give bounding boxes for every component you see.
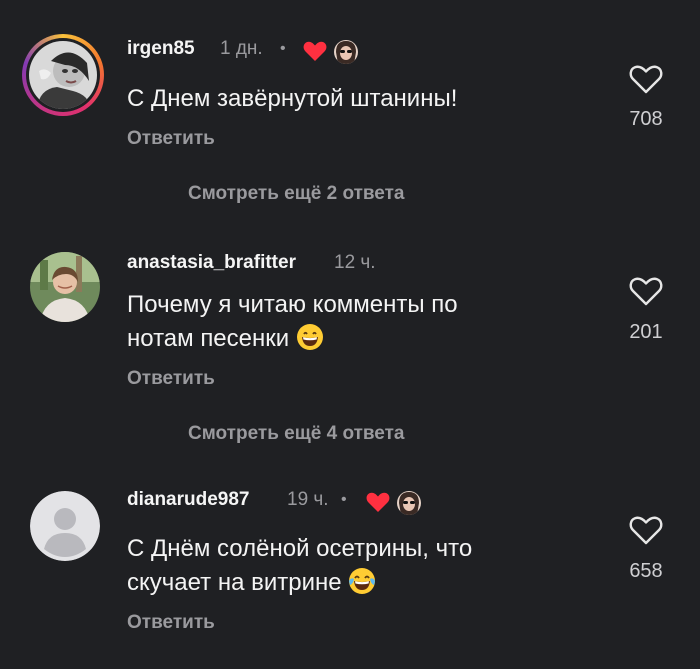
comment-text-line: С Днём солёной осетрины, что xyxy=(127,535,473,562)
avatar[interactable] xyxy=(30,252,100,322)
heart-outline-icon[interactable] xyxy=(628,514,664,546)
comment-text: С Днём солёной осетрины, что скучает на … xyxy=(127,532,567,600)
reply-button[interactable]: Ответить xyxy=(127,368,215,390)
author-mini-avatar xyxy=(397,491,421,515)
author-liked-heart-icon xyxy=(303,41,327,61)
comment-text-line: Почему я читаю комменты по xyxy=(127,291,458,318)
like-count: 708 xyxy=(629,108,663,130)
author-mini-avatar xyxy=(334,40,358,64)
like-count: 658 xyxy=(629,560,663,582)
view-more-replies-button[interactable]: Смотреть ещё 2 ответа xyxy=(188,183,405,205)
tears-of-joy-emoji-icon xyxy=(349,568,376,594)
comment-text-line: нотам песенки xyxy=(127,322,567,356)
comment-time: 19 ч. xyxy=(287,489,329,510)
view-more-replies-button[interactable]: Смотреть ещё 4 ответа xyxy=(188,423,405,445)
woman-photo-avatar xyxy=(29,41,97,109)
avatar[interactable] xyxy=(22,34,104,116)
separator-dot: • xyxy=(341,491,347,508)
separator-dot: • xyxy=(280,40,286,57)
grinning-face-emoji-icon xyxy=(296,324,323,350)
comment-time: 12 ч. xyxy=(334,252,376,273)
heart-outline-icon[interactable] xyxy=(628,63,664,95)
woman-outdoor-photo-avatar xyxy=(30,252,100,322)
reply-button[interactable]: Ответить xyxy=(127,128,215,150)
reply-button[interactable]: Ответить xyxy=(127,612,215,634)
comment-text: Почему я читаю комменты по нотам песенки xyxy=(127,288,567,356)
comment-text: С Днем завёрнутой штанины! xyxy=(127,85,458,112)
comments-screen: irgen85 1 дн. • С Днем завёрнутой штанин… xyxy=(0,0,700,669)
comment-text-segment: скучает на витрине xyxy=(127,569,342,596)
comment-text-line: скучает на витрине xyxy=(127,566,567,600)
author-liked-heart-icon xyxy=(366,492,390,512)
comment-text-segment: нотам песенки xyxy=(127,325,290,352)
default-avatar[interactable] xyxy=(30,491,100,561)
comment-username[interactable]: irgen85 xyxy=(127,38,195,60)
comment-username[interactable]: dianarude987 xyxy=(127,489,250,511)
heart-outline-icon[interactable] xyxy=(628,275,664,307)
comment-time: 1 дн. xyxy=(220,38,263,59)
like-count: 201 xyxy=(629,321,663,343)
comment-username[interactable]: anastasia_brafitter xyxy=(127,252,296,274)
